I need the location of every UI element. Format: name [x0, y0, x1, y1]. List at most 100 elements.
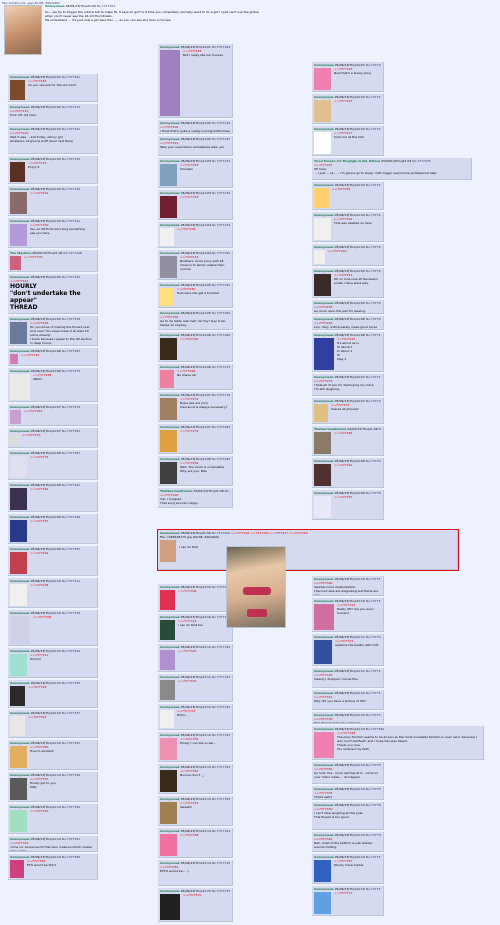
post-number[interactable]: No.7377326 [212, 645, 230, 649]
post-thumbnail[interactable] [160, 50, 180, 116]
post-thumbnail[interactable] [10, 434, 19, 446]
post-number[interactable]: No.7377248 [64, 251, 82, 255]
post-thumbnail[interactable] [160, 370, 174, 388]
post-number[interactable]: No.7377333 [212, 675, 230, 679]
post-quote-link[interactable]: >>7377263 [10, 409, 95, 413]
post-number[interactable]: No.7377276 [62, 405, 80, 409]
post-number[interactable]: No.7377274 [366, 333, 381, 337]
post-thumbnail[interactable] [160, 738, 177, 760]
post-thumbnail[interactable] [160, 256, 177, 278]
post-number[interactable]: No.7377235 [412, 159, 430, 163]
post-number[interactable]: No.7377291 [379, 427, 381, 431]
post-thumbnail[interactable] [10, 654, 27, 676]
post-number[interactable]: No.7377324 [62, 649, 80, 653]
post-quote-link[interactable]: >>7377252 [10, 353, 95, 357]
post-thumbnail[interactable] [10, 778, 27, 800]
post-number[interactable]: No.7377217 [366, 95, 381, 99]
post-thumbnail[interactable] [10, 224, 27, 246]
post-thumbnail[interactable] [160, 770, 177, 792]
post-thumbnail[interactable] [10, 860, 24, 878]
post-number[interactable]: No.7377236 [62, 187, 80, 191]
post-number[interactable]: No.7377343 [62, 741, 80, 745]
post-number[interactable]: No.7377325 [366, 635, 381, 639]
post-thumbnail[interactable] [10, 616, 30, 644]
post-thumbnail[interactable] [314, 338, 334, 370]
post-thumbnail[interactable] [10, 192, 27, 214]
post-number[interactable]: No.7377359 [366, 787, 381, 791]
post-number[interactable]: No.7377258 [62, 317, 80, 321]
post-number[interactable]: No.7377376 [366, 887, 381, 891]
post-number[interactable]: No.7377330 [62, 681, 80, 685]
post-number[interactable]: No.7377279 [366, 375, 381, 379]
post-number[interactable]: No.7377244 [212, 223, 230, 227]
post-thumbnail[interactable] [10, 374, 30, 400]
post-thumbnail[interactable] [160, 894, 180, 920]
post-thumbnail[interactable] [160, 462, 177, 484]
post-number[interactable]: No.7377302 [366, 491, 381, 495]
post-number[interactable]: No.7377239 [212, 191, 230, 195]
post-thumbnail[interactable] [160, 338, 177, 360]
post-thumbnail[interactable] [10, 80, 25, 100]
post-thumbnail[interactable] [10, 686, 25, 706]
post-number[interactable]: No.7377305 [62, 547, 80, 551]
post-thumbnail[interactable] [10, 410, 21, 424]
post-number[interactable]: No.7377266 [212, 333, 230, 337]
post-number[interactable]: No.7377358 [212, 797, 230, 801]
post-thumbnail[interactable] [314, 464, 331, 486]
post-number[interactable]: No.7377368 [62, 855, 80, 859]
post-number[interactable]: No.7377278 [212, 393, 230, 397]
post-backlinks[interactable]: >>7377163 >>7377204 >>7377207 >>7377219 [231, 531, 307, 535]
post-number[interactable]: No.7377284 [212, 425, 230, 429]
post-thumbnail[interactable] [160, 590, 175, 610]
post-thumbnail[interactable] [314, 100, 331, 122]
post-thumbnail[interactable] [314, 496, 331, 518]
post-thumbnail[interactable] [314, 892, 331, 914]
post-file-info[interactable]: File: 1368148175.jpg (60 KB, 400x600) [160, 535, 455, 539]
post-number[interactable]: No.7377287 [62, 451, 80, 455]
post-thumbnail[interactable] [314, 604, 334, 630]
post-number[interactable]: No.7377241 [62, 219, 80, 223]
post-thumbnail[interactable] [10, 322, 27, 344]
post-number[interactable]: No.7377375 [212, 889, 230, 893]
post-thumbnail[interactable] [160, 164, 177, 186]
post-number[interactable]: No.7377318 [62, 611, 80, 615]
post-number[interactable]: No.7377344 [366, 713, 381, 717]
post-number[interactable]: No.7377345 [212, 733, 230, 737]
post-thumbnail[interactable] [160, 834, 177, 856]
post-thumbnail[interactable] [10, 552, 27, 574]
post-number[interactable]: No.7377356 [62, 805, 80, 809]
post-quote-link[interactable]: >>7377236 [10, 255, 95, 259]
post-thumbnail[interactable] [314, 640, 332, 664]
post-thumbnail[interactable] [314, 250, 325, 264]
post-thumbnail[interactable] [160, 228, 174, 246]
post-number[interactable]: No.7377267 [366, 317, 381, 321]
post-number[interactable]: No.7377233 [212, 159, 230, 163]
post-number[interactable]: No.7377350 [366, 727, 384, 731]
post-number[interactable]: No.7377201 [62, 75, 80, 79]
post-number[interactable]: No.7377298 [62, 515, 80, 519]
post-thumbnail[interactable] [314, 274, 331, 296]
post-number[interactable]: No.7377352 [212, 765, 230, 769]
post-number[interactable]: No.7377331 [366, 669, 381, 673]
post-number[interactable]: No.7377370 [212, 861, 230, 865]
post-number[interactable]: No.7377204 [212, 45, 230, 49]
post-number[interactable]: No.7377311 [62, 579, 80, 583]
post-thumbnail[interactable] [10, 810, 27, 832]
post-thumbnail[interactable] [160, 430, 177, 452]
post-number[interactable]: No.7377256 [366, 269, 381, 273]
post-number[interactable]: No.7377361 [62, 837, 80, 841]
post-thumbnail[interactable] [160, 196, 177, 218]
post-thumbnail[interactable] [314, 860, 331, 882]
post-thumbnail[interactable] [10, 162, 25, 182]
post-thumbnail[interactable] [10, 354, 18, 364]
post-thumbnail[interactable] [10, 746, 27, 768]
post-number[interactable]: No.7377246 [366, 213, 381, 217]
post-number[interactable]: No.7377263 [62, 349, 80, 353]
post-number[interactable]: No.7377215 [62, 105, 80, 109]
op-number[interactable]: No.7377163 [97, 4, 115, 8]
post-number[interactable]: No.7377367 [366, 833, 381, 837]
post-number[interactable]: No.7377207 [366, 63, 381, 67]
post-number[interactable]: No.7377371 [366, 855, 381, 859]
post-number[interactable]: No.7377252 [62, 275, 80, 279]
post-number[interactable]: No.7377349 [62, 773, 80, 777]
